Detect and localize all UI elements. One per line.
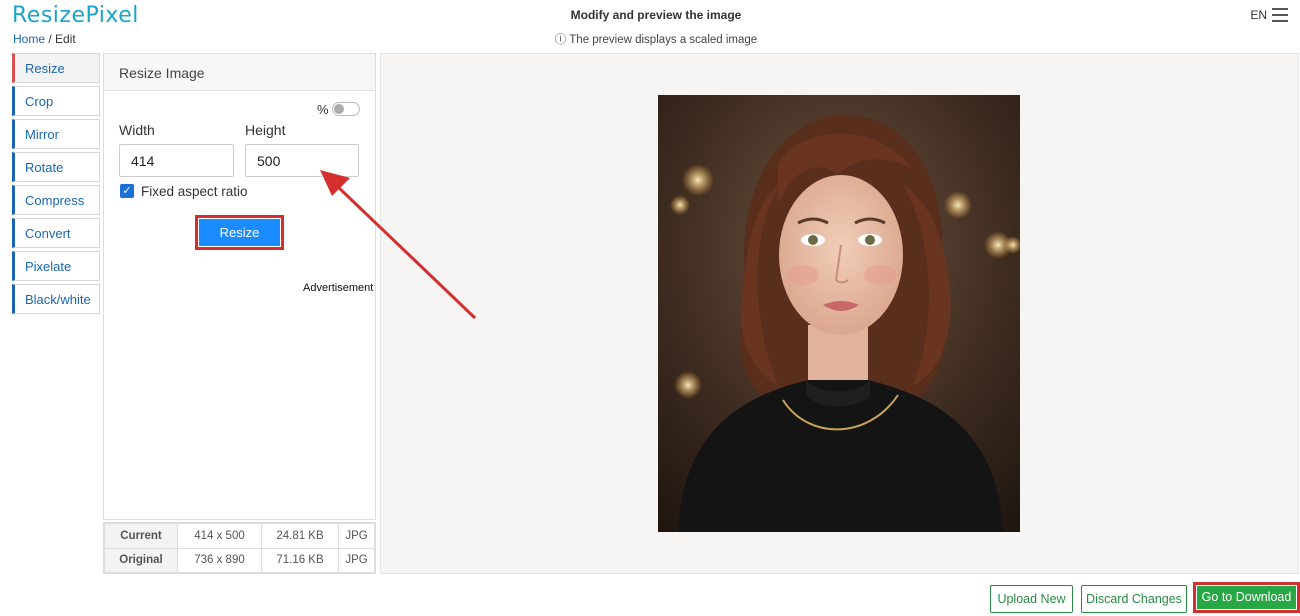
language-selector[interactable]: EN — [1250, 8, 1267, 22]
annotation-arrow — [320, 170, 477, 320]
aspect-ratio-label: Fixed aspect ratio — [141, 184, 248, 199]
panel-title: Resize Image — [104, 54, 375, 91]
format-cell: JPG — [338, 523, 375, 549]
sidebar-item-mirror[interactable]: Mirror — [12, 119, 100, 149]
toggle-knob — [334, 104, 344, 114]
sidebar-item-convert[interactable]: Convert — [12, 218, 100, 248]
row-label: Current — [104, 523, 178, 549]
discard-changes-button[interactable]: Discard Changes — [1081, 585, 1187, 613]
resize-button[interactable]: Resize — [195, 215, 284, 250]
percent-toggle[interactable] — [332, 102, 360, 116]
upload-new-button[interactable]: Upload New — [990, 585, 1073, 613]
format-cell: JPG — [338, 547, 375, 573]
go-to-download-button[interactable]: Go to Download — [1193, 582, 1300, 613]
table-row: Current 414 x 500 24.81 KB JPG — [104, 523, 375, 549]
page-title: Modify and preview the image — [570, 8, 742, 22]
height-label: Height — [245, 122, 286, 138]
sidebar-item-rotate[interactable]: Rotate — [12, 152, 100, 182]
table-row: Original 736 x 890 71.16 KB JPG — [104, 547, 375, 573]
image-info-table: Current 414 x 500 24.81 KB JPG Original … — [103, 522, 376, 574]
sidebar-item-black-white[interactable]: Black/white — [12, 284, 100, 314]
width-input[interactable] — [119, 144, 234, 177]
aspect-ratio-checkbox[interactable]: ✓ — [120, 184, 134, 198]
hamburger-menu-icon[interactable] — [1272, 8, 1288, 22]
row-label: Original — [104, 547, 178, 573]
percent-label: % — [317, 102, 329, 117]
sidebar-item-resize[interactable]: Resize — [12, 53, 100, 83]
dimensions-cell: 736 x 890 — [177, 547, 262, 573]
portrait-photo — [658, 95, 1020, 532]
sidebar-item-pixelate[interactable]: Pixelate — [12, 251, 100, 281]
filesize-cell: 71.16 KB — [261, 547, 339, 573]
preview-image — [658, 95, 1020, 532]
resize-button-label: Resize — [199, 219, 280, 246]
width-label: Width — [119, 122, 155, 138]
page-subtitle: ⓘ The preview displays a scaled image — [554, 34, 758, 46]
download-button-label: Go to Download — [1197, 586, 1296, 609]
sidebar-item-crop[interactable]: Crop — [12, 86, 100, 116]
sidebar-item-compress[interactable]: Compress — [12, 185, 100, 215]
dimensions-cell: 414 x 500 — [177, 523, 262, 549]
filesize-cell: 24.81 KB — [261, 523, 339, 549]
